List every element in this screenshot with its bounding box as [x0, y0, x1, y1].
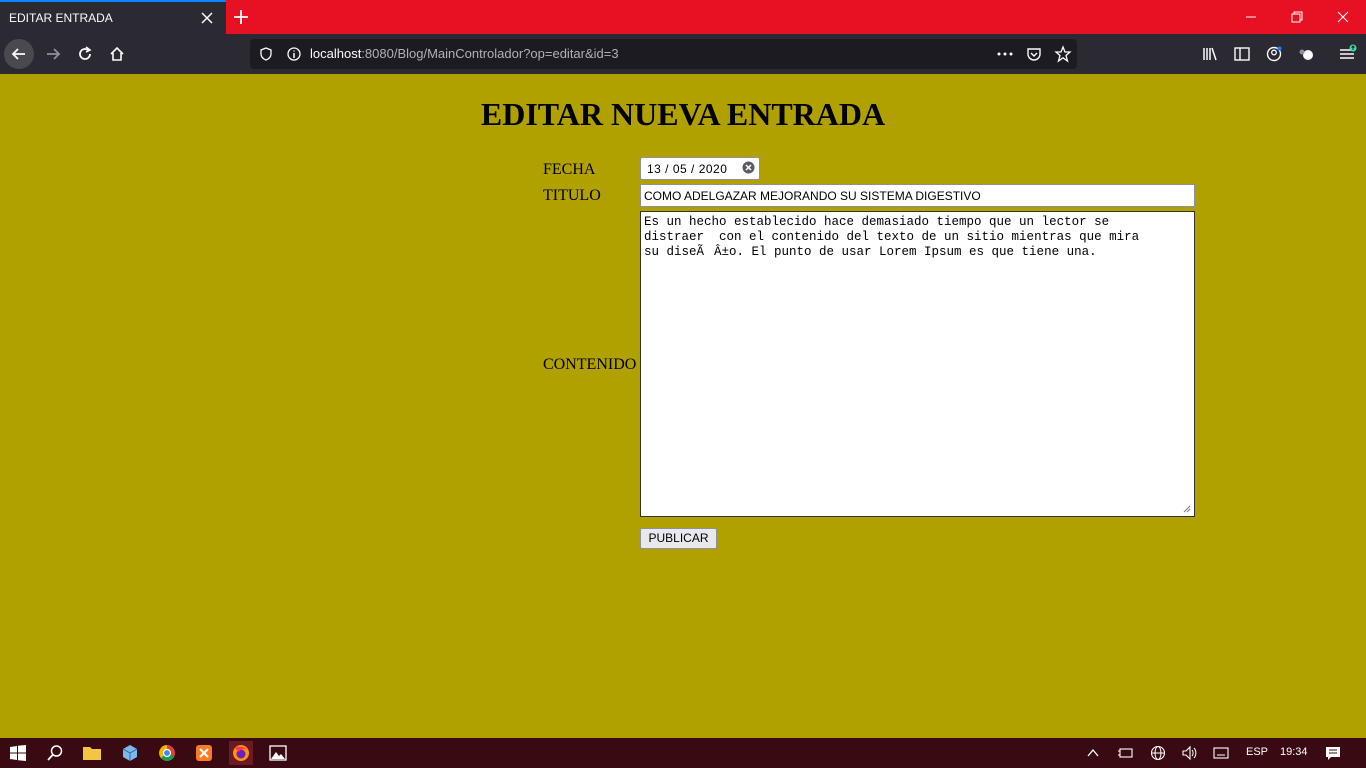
reload-button[interactable]: [70, 39, 100, 69]
cube-app-icon: [122, 745, 138, 761]
shield-icon[interactable]: [258, 46, 274, 62]
forward-button[interactable]: [38, 39, 68, 69]
clock[interactable]: 19:34: [1280, 746, 1308, 758]
bookmark-star-icon[interactable]: [1054, 45, 1072, 63]
volume-icon[interactable]: [1181, 745, 1197, 761]
browser-titlebar: EDITAR ENTRADA: [0, 0, 1366, 34]
taskbar-xampp[interactable]: [192, 741, 216, 765]
extension-icon: [1299, 49, 1313, 60]
browser-toolbar: localhost:8080/Blog/MainControlador?op=e…: [0, 34, 1366, 74]
home-button[interactable]: [102, 39, 132, 69]
titulo-label: TITULO: [543, 187, 601, 204]
pocket-icon[interactable]: [1026, 46, 1042, 62]
minimize-icon[interactable]: [1240, 6, 1262, 28]
back-arrow-icon: [11, 48, 25, 60]
xampp-icon: [196, 745, 212, 761]
account-icon: [1266, 46, 1282, 62]
url-path: :8080/Blog/MainControlador?op=editar&id=…: [361, 46, 619, 61]
url-host: localhost: [310, 46, 362, 61]
chevron-up-icon[interactable]: [1086, 747, 1100, 759]
more-actions-icon[interactable]: [996, 46, 1014, 62]
library-icon: [1203, 47, 1217, 61]
start-button[interactable]: [6, 741, 30, 765]
folder-icon: [83, 747, 101, 760]
contenido-label: CONTENIDO: [543, 356, 637, 373]
extension-button[interactable]: [1291, 39, 1321, 69]
reload-icon: [79, 46, 92, 60]
firefox-icon: [233, 745, 249, 761]
fecha-label: FECHA: [543, 161, 596, 178]
publicar-button[interactable]: PUBLICAR: [640, 528, 717, 549]
search-button[interactable]: [43, 741, 67, 765]
library-button[interactable]: [1195, 39, 1225, 69]
menu-button[interactable]: [1332, 39, 1362, 69]
battery-plug-icon[interactable]: [1117, 746, 1133, 760]
info-icon[interactable]: [286, 46, 302, 62]
hamburger-menu-icon: [1340, 44, 1357, 59]
search-icon: [47, 745, 63, 761]
page-title: EDITAR NUEVA ENTRADA: [480, 96, 886, 132]
restore-icon[interactable]: [1286, 6, 1308, 28]
home-icon: [110, 46, 124, 61]
taskbar-firefox[interactable]: [229, 741, 253, 765]
clear-date-icon[interactable]: [742, 161, 755, 174]
tab-title: EDITAR ENTRADA: [9, 11, 113, 25]
taskbar-app-box[interactable]: [118, 741, 142, 765]
taskbar-photos[interactable]: [266, 741, 290, 765]
url-text[interactable]: localhost:8080/Blog/MainControlador?op=e…: [310, 46, 619, 61]
close-tab-icon[interactable]: [198, 9, 216, 27]
language-indicator[interactable]: ESP: [1246, 746, 1268, 758]
windows-taskbar: ESP 19:34: [0, 738, 1366, 768]
titulo-input[interactable]: COMO ADELGAZAR MEJORANDO SU SISTEMA DIGE…: [640, 184, 1195, 207]
contenido-textarea[interactable]: Es un hecho establecido hace demasiado t…: [640, 211, 1195, 517]
forward-arrow-icon: [47, 48, 61, 60]
resize-handle-icon[interactable]: [1181, 503, 1191, 513]
new-tab-icon[interactable]: [230, 6, 252, 28]
sidebar-icon: [1234, 47, 1250, 61]
taskbar-chrome[interactable]: [155, 741, 179, 765]
back-button[interactable]: [4, 39, 34, 69]
taskbar-file-explorer[interactable]: [80, 741, 104, 765]
sidebar-button[interactable]: [1227, 39, 1257, 69]
account-button[interactable]: [1259, 39, 1289, 69]
display-icon[interactable]: [1213, 746, 1229, 760]
photos-icon: [269, 745, 287, 761]
network-globe-icon[interactable]: [1150, 745, 1166, 761]
action-center-icon[interactable]: [1325, 745, 1341, 761]
windows-start-icon: [10, 745, 26, 761]
url-bar[interactable]: localhost:8080/Blog/MainControlador?op=e…: [250, 39, 1077, 69]
chrome-icon: [159, 745, 175, 761]
close-window-icon[interactable]: [1332, 6, 1354, 28]
browser-tab[interactable]: EDITAR ENTRADA: [0, 0, 226, 34]
